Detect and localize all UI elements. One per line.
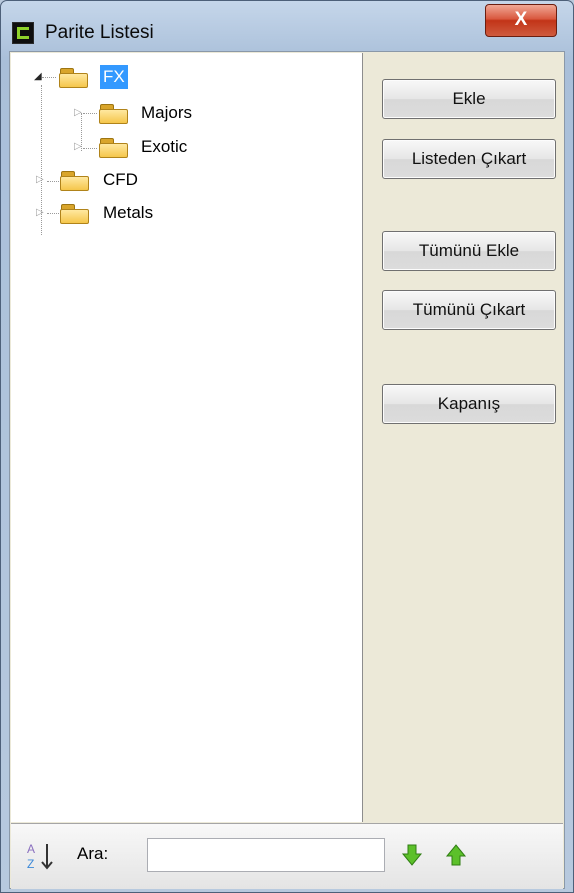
sort-az-icon[interactable]: A Z xyxy=(23,840,55,872)
parite-listesi-window: Parite Listesi X ◢ FX ▷ Majors ▷ Exotic … xyxy=(0,0,574,893)
expanded-triangle-icon[interactable]: ◢ xyxy=(34,71,42,83)
remove-from-list-button[interactable]: Listeden Çıkart xyxy=(382,139,556,179)
collapsed-triangle-icon[interactable]: ▷ xyxy=(36,174,44,186)
search-label: Ara: xyxy=(77,844,109,863)
app-logo-icon xyxy=(12,22,34,44)
collapsed-triangle-icon[interactable]: ▷ xyxy=(74,107,82,119)
tree-node-metals[interactable]: ▷ Metals xyxy=(11,201,261,225)
tree-node-cfd[interactable]: ▷ CFD xyxy=(11,168,261,192)
folder-icon xyxy=(60,171,89,191)
close-button[interactable]: Kapanış xyxy=(382,384,556,424)
add-all-button[interactable]: Tümünü Ekle xyxy=(382,231,556,271)
folder-icon xyxy=(60,204,89,224)
tree-node-fx[interactable]: ◢ FX xyxy=(11,65,211,89)
remove-all-button[interactable]: Tümünü Çıkart xyxy=(382,290,556,330)
tree-node-label: Majors xyxy=(141,103,193,122)
folder-icon xyxy=(99,138,128,158)
collapsed-triangle-icon[interactable]: ▷ xyxy=(36,207,44,219)
tree-node-majors[interactable]: ▷ Majors xyxy=(11,101,261,125)
svg-text:A: A xyxy=(27,842,35,856)
svg-text:Z: Z xyxy=(27,857,34,871)
collapsed-triangle-icon[interactable]: ▷ xyxy=(74,141,82,153)
title-bar[interactable]: Parite Listesi X xyxy=(1,1,573,51)
tree-node-exotic[interactable]: ▷ Exotic xyxy=(11,135,261,159)
window-title: Parite Listesi xyxy=(45,22,154,43)
tree-node-label: Exotic xyxy=(141,137,188,156)
open-folder-icon xyxy=(59,68,88,88)
close-window-button[interactable]: X xyxy=(485,4,557,37)
tree-node-label: Metals xyxy=(103,203,154,222)
arrow-up-icon[interactable] xyxy=(445,843,467,867)
action-button-panel: Ekle Listeden Çıkart Tümünü Ekle Tümünü … xyxy=(364,53,564,822)
instrument-tree[interactable]: ◢ FX ▷ Majors ▷ Exotic ▷ CFD ▷ Metals xyxy=(11,53,363,822)
search-input[interactable] xyxy=(147,838,385,872)
search-bar: A Z Ara: xyxy=(11,823,563,889)
tree-node-label: CFD xyxy=(103,170,138,189)
dialog-body: ◢ FX ▷ Majors ▷ Exotic ▷ CFD ▷ Metals Ek… xyxy=(9,51,565,889)
folder-icon xyxy=(99,104,128,124)
add-button[interactable]: Ekle xyxy=(382,79,556,119)
tree-node-label: FX xyxy=(100,65,128,89)
arrow-down-icon[interactable] xyxy=(401,843,423,867)
